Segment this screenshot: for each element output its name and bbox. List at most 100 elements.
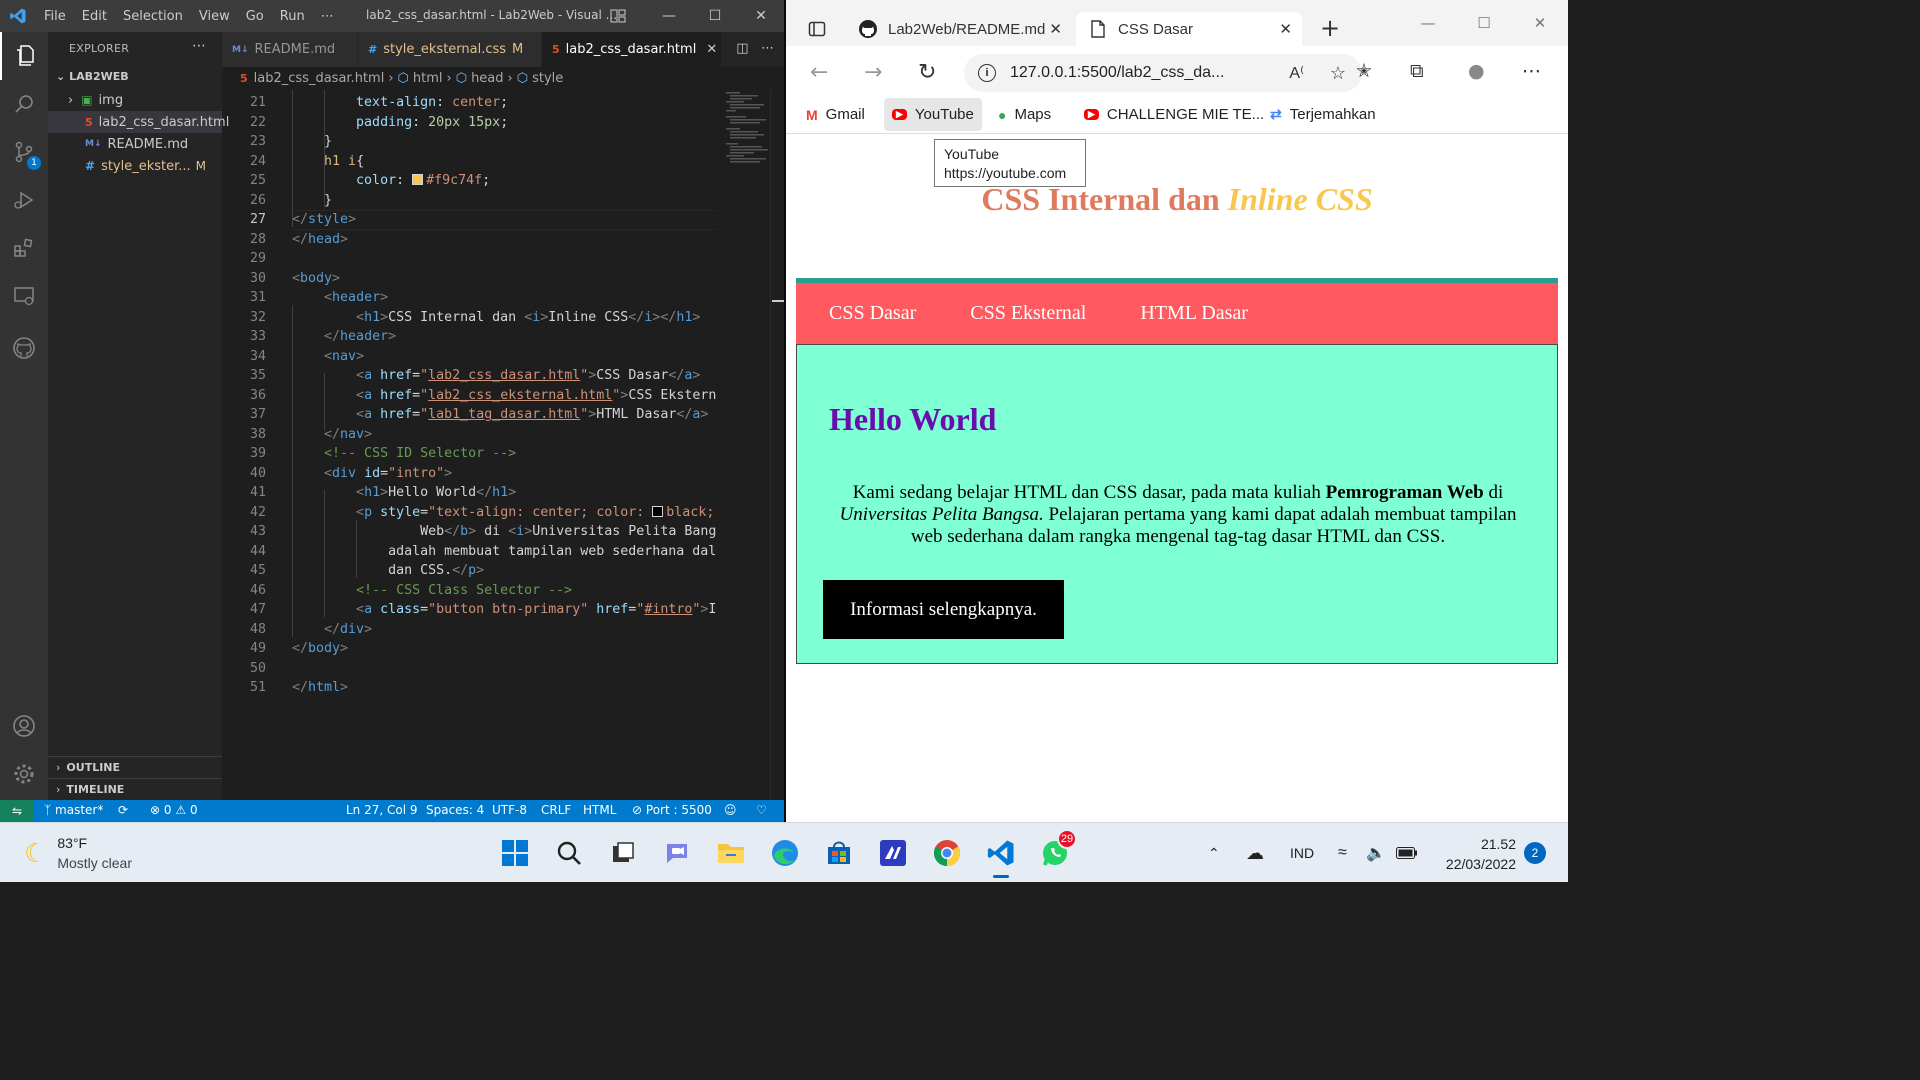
info-icon[interactable]: i — [978, 64, 996, 82]
source-control-icon[interactable]: 1 — [0, 128, 48, 176]
vscode-insiders-icon[interactable] — [875, 835, 911, 871]
favorites-icon[interactable]: ✭ — [1356, 60, 1372, 82]
explorer-icon[interactable] — [0, 32, 48, 80]
notification-badge[interactable]: 2 — [1524, 842, 1546, 864]
tab-close-icon[interactable]: ✕ — [1279, 20, 1292, 38]
maximize-icon[interactable]: ☐ — [1456, 0, 1512, 46]
read-aloud-icon[interactable]: A⁽ — [1289, 63, 1304, 83]
language-status[interactable]: HTML — [583, 803, 616, 817]
add-favorite-icon[interactable]: ☆ — [1330, 63, 1346, 84]
feedback-icon[interactable]: ☺ — [724, 803, 737, 817]
breadcrumb-file[interactable]: lab2_css_dasar.html — [254, 71, 385, 86]
breadcrumb-head[interactable]: head — [471, 71, 503, 86]
branch-status[interactable]: ᛉ master* — [44, 803, 103, 817]
clock[interactable]: 21.52 22/03/2022 — [1446, 834, 1516, 874]
whatsapp-icon[interactable]: 29 — [1037, 829, 1077, 871]
github-icon[interactable] — [0, 324, 48, 372]
menu-view[interactable]: View — [191, 9, 238, 24]
sync-icon[interactable]: ⟳ — [118, 803, 128, 817]
favorite-maps[interactable]: ● Maps — [990, 98, 1059, 131]
language-indicator[interactable]: IND — [1290, 823, 1314, 883]
timeline-panel[interactable]: › TIMELINE — [48, 778, 222, 800]
start-icon[interactable] — [497, 835, 533, 871]
favorite-challenge[interactable]: ▶ CHALLENGE MIE TE... — [1076, 98, 1272, 131]
vscode-taskbar-icon[interactable] — [983, 835, 1019, 878]
tab-actions-icon[interactable] — [808, 20, 826, 42]
indentation-status[interactable]: Spaces: 4 — [426, 803, 484, 817]
project-folder[interactable]: ⌄ LAB2WEB — [56, 70, 129, 83]
live-server-status[interactable]: ⊘ Port : 5500 — [632, 803, 712, 817]
remote-explorer-icon[interactable] — [0, 272, 48, 320]
tree-item-style-eksternal[interactable]: # style_ekster... M — [48, 155, 222, 177]
outline-panel[interactable]: › OUTLINE — [48, 756, 222, 778]
problems-status[interactable]: ⊗ 0 ⚠ 0 — [150, 803, 198, 817]
split-editor-icon[interactable]: ◫ — [736, 41, 748, 56]
edge-icon[interactable] — [767, 835, 803, 871]
account-icon[interactable] — [0, 702, 48, 750]
minimize-icon[interactable]: — — [646, 0, 692, 32]
maximize-icon[interactable]: ☐ — [692, 0, 738, 32]
onedrive-icon[interactable]: ☁ — [1246, 823, 1264, 883]
encoding-status[interactable]: UTF-8 — [492, 803, 527, 817]
cursor-position[interactable]: Ln 27, Col 9 — [346, 803, 418, 817]
info-button[interactable]: Informasi selengkapnya. — [823, 580, 1064, 639]
menu-file[interactable]: File — [36, 9, 74, 24]
eol-status[interactable]: CRLF — [541, 803, 571, 817]
remote-icon[interactable]: ⇋ — [0, 800, 34, 822]
favorite-terjemahkan[interactable]: ⇄ Terjemahkan — [1262, 98, 1384, 131]
extensions-icon[interactable] — [0, 224, 48, 272]
tree-item-readme[interactable]: M↓ README.md — [48, 133, 222, 155]
new-tab-icon[interactable]: + — [1320, 14, 1340, 42]
tree-item-lab2-css-dasar[interactable]: 5 lab2_css_dasar.html — [48, 111, 229, 133]
menu-edit[interactable]: Edit — [74, 9, 115, 24]
tab-close-icon[interactable]: ✕ — [706, 42, 717, 57]
tray-overflow-icon[interactable]: ⌃ — [1208, 823, 1220, 883]
chrome-icon[interactable] — [929, 835, 965, 871]
browser-tab-readme[interactable]: Lab2Web/README.md ✕ — [846, 12, 1072, 46]
breadcrumb-html[interactable]: html — [413, 71, 443, 86]
wifi-icon[interactable]: ≈ — [1338, 823, 1347, 883]
refresh-icon[interactable]: ↻ — [918, 60, 936, 85]
menu-selection[interactable]: Selection — [115, 9, 191, 24]
settings-gear-icon[interactable] — [0, 750, 48, 798]
forward-icon[interactable]: → — [864, 60, 882, 85]
favorite-youtube[interactable]: ▶ YouTube — [884, 98, 982, 131]
color-swatch-icon[interactable] — [652, 505, 664, 517]
search-icon[interactable] — [0, 80, 48, 128]
tab-style-eksternal[interactable]: # style_eksternal.css M — [358, 32, 542, 67]
browser-tab-css-dasar[interactable]: CSS Dasar ✕ — [1076, 12, 1302, 46]
nav-link-css-eksternal[interactable]: CSS Eksternal — [970, 302, 1086, 325]
teams-chat-icon[interactable] — [659, 835, 695, 871]
task-view-icon[interactable] — [605, 835, 641, 871]
menu-go[interactable]: Go — [238, 9, 272, 24]
code-editor[interactable]: 21 text-align: center; 22 padding: 20px … — [222, 90, 716, 800]
bell-icon[interactable]: ♡ — [756, 803, 767, 817]
tab-lab2-css-dasar[interactable]: 5 lab2_css_dasar.html ✕ — [542, 32, 722, 67]
explorer-more-icon[interactable]: ⋯ — [192, 38, 206, 54]
more-actions-icon[interactable]: ⋯ — [761, 41, 774, 56]
run-debug-icon[interactable] — [0, 176, 48, 224]
collections-icon[interactable]: ⧉ — [1410, 60, 1424, 82]
layout-icon[interactable] — [610, 8, 626, 28]
file-explorer-icon[interactable] — [713, 835, 749, 871]
close-icon[interactable]: ✕ — [738, 0, 784, 32]
favorite-gmail[interactable]: M Gmail — [798, 98, 873, 131]
minimap[interactable] — [720, 90, 770, 800]
nav-link-css-dasar[interactable]: CSS Dasar — [829, 302, 916, 325]
breadcrumb-style[interactable]: style — [532, 71, 563, 86]
weather-widget[interactable]: ☾ 83°F Mostly clear — [24, 833, 132, 873]
back-icon[interactable]: ← — [810, 60, 828, 85]
search-icon[interactable] — [551, 835, 587, 871]
menu-run[interactable]: Run — [272, 9, 313, 24]
minimize-icon[interactable]: — — [1400, 0, 1456, 46]
volume-icon[interactable]: 🔈 — [1366, 823, 1386, 883]
battery-icon[interactable] — [1396, 823, 1418, 883]
nav-link-html-dasar[interactable]: HTML Dasar — [1140, 302, 1248, 325]
color-swatch-icon[interactable] — [412, 174, 424, 186]
store-icon[interactable] — [821, 835, 857, 871]
profile-icon[interactable]: ● — [1468, 60, 1485, 82]
address-bar[interactable]: i 127.0.0.1:5500/lab2_css_da... A⁽ ☆ — [964, 54, 1362, 92]
tab-readme[interactable]: M↓ README.md — [222, 32, 358, 67]
menu-more[interactable]: ⋯ — [313, 9, 342, 24]
editor-scrollbar[interactable] — [770, 90, 784, 800]
